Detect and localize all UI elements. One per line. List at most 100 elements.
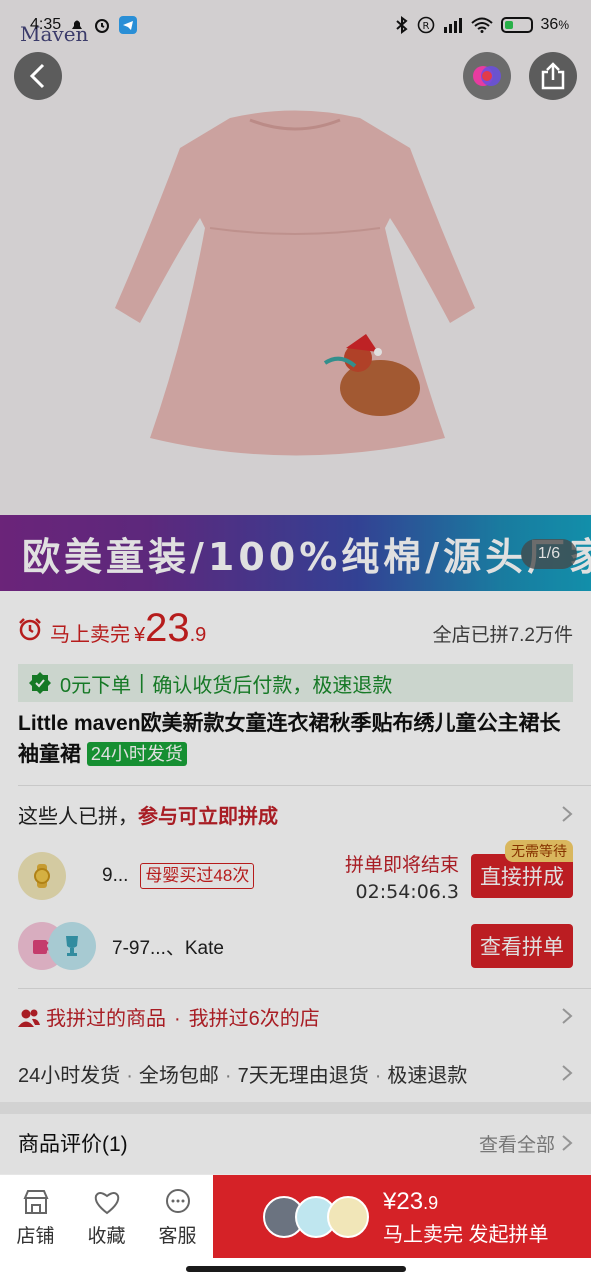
guarantee-separator: | xyxy=(139,671,145,694)
no-wait-badge: 无需等待 xyxy=(505,840,573,862)
service-separator: · xyxy=(224,1064,232,1087)
group-buy-row: 9... 母婴买过48次 拼单即将结束 02:54:06.3 直接拼成 无需等待 xyxy=(18,840,573,904)
selling-fast-label: 马上卖完 xyxy=(50,624,130,646)
chat-icon xyxy=(165,1188,190,1213)
price-integer: 23 xyxy=(145,606,190,650)
store-icon xyxy=(22,1189,49,1214)
share-button[interactable] xyxy=(529,52,577,100)
tab-favorite-label: 收藏 xyxy=(87,1225,126,1247)
view-all-reviews-link[interactable]: 查看全部 xyxy=(479,1130,573,1157)
reviews-header[interactable]: 商品评价(1) 查看全部 xyxy=(18,1120,573,1166)
promo-banner: 欧美童装/100%纯棉/源头厂家 1/6 xyxy=(0,515,591,591)
purchase-history-tag: 母婴买过48次 xyxy=(140,863,255,889)
price-currency: ¥ xyxy=(134,624,146,646)
battery-percent: 36% xyxy=(540,16,569,33)
registered-icon: R xyxy=(417,16,434,34)
reviews-label: 商品评价(1) xyxy=(18,1133,128,1156)
share-icon xyxy=(541,62,565,90)
bought-products-link[interactable]: 我拼过的商品 xyxy=(46,1008,166,1030)
home-gesture-bar[interactable] xyxy=(186,1266,406,1272)
avatar xyxy=(18,852,66,900)
buy-label: 马上卖完 发起拼单 xyxy=(383,1223,549,1246)
tab-store-label: 店铺 xyxy=(16,1225,55,1247)
status-time: 4:35 xyxy=(30,16,62,33)
banner-text: 欧美童装/100%纯棉/源头厂家 xyxy=(22,534,591,579)
watch-icon xyxy=(34,864,50,888)
purchase-history: 我拼过的商品 · 我拼过6次的店 xyxy=(18,1002,320,1031)
tab-store[interactable]: 店铺 xyxy=(0,1175,71,1259)
group-buy-row: 7-97...、Kate 查看拼单 xyxy=(18,918,573,974)
price-row: 马上卖完 ¥ 23 .9 全店已拼7.2万件 xyxy=(18,606,573,656)
users-icon xyxy=(18,1009,40,1027)
service-separator: · xyxy=(126,1064,133,1087)
group-member-name: 7-97...、Kate xyxy=(112,937,224,959)
view-group-label: 查看拼单 xyxy=(480,936,564,959)
hub-button[interactable] xyxy=(463,52,511,100)
guarantee-badge-icon xyxy=(29,672,51,694)
countdown-timer: 02:54:06.3 xyxy=(355,881,459,903)
guarantee-detail: 确认收货后付款，极速退款 xyxy=(152,674,393,697)
zero-yuan-order: 0元下单 xyxy=(60,674,132,697)
alarm-clock-icon xyxy=(19,617,41,640)
service-item: 全场包邮 xyxy=(138,1064,219,1087)
product-title: Little maven欧美新款女童连衣裙秋季贴布绣儿童公主裙长袖童裙 24小时… xyxy=(18,708,573,770)
group-member-name: 9... xyxy=(102,865,129,886)
payment-guarantee-strip[interactable]: 0元下单 | 确认收货后付款，极速退款 xyxy=(18,664,573,702)
shipping-badge: 24小时发货 xyxy=(86,742,187,766)
group-countdown: 拼单即将结束 02:54:06.3 xyxy=(345,850,459,903)
group-ending-label: 拼单即将结束 xyxy=(344,855,459,876)
start-group-buy-button[interactable]: ¥23.9 马上卖完 发起拼单 xyxy=(213,1175,591,1259)
join-group-label: 直接拼成 xyxy=(480,866,564,889)
avatar xyxy=(48,922,96,970)
group-buy-header[interactable]: 这些人已拼，参与可立即拼成 xyxy=(18,794,573,834)
divider xyxy=(18,785,591,786)
chevron-left-icon xyxy=(29,63,45,89)
service-separator: · xyxy=(374,1064,382,1087)
tab-customer-service[interactable]: 客服 xyxy=(142,1175,213,1259)
bought-store-link[interactable]: 我拼过6次的店 xyxy=(189,1008,320,1030)
view-group-button[interactable]: 查看拼单 xyxy=(471,924,573,968)
trophy-icon xyxy=(66,936,78,956)
chevron-right-icon xyxy=(562,806,573,822)
tab-customer-service-label: 客服 xyxy=(158,1225,197,1247)
tab-favorite[interactable]: 收藏 xyxy=(71,1175,142,1259)
sold-count: 全店已拼7.2万件 xyxy=(432,625,573,646)
image-page-indicator: 1/6 xyxy=(521,539,577,569)
join-group-button[interactable]: 直接拼成 无需等待 xyxy=(471,840,573,898)
group-buy-title: 这些人已拼，参与可立即拼成 xyxy=(18,805,278,828)
chevron-right-icon xyxy=(562,1135,573,1151)
service-guarantees-row[interactable]: 24小时发货 · 全场包邮 · 7天无理由退货 · 极速退款 xyxy=(18,1051,573,1095)
bottom-action-bar: 店铺 收藏 客服 ¥23.9 马上卖完 发起拼单 xyxy=(0,1174,591,1259)
section-gap xyxy=(0,1102,591,1114)
divider xyxy=(18,988,591,989)
purchase-history-row[interactable]: 我拼过的商品 · 我拼过6次的店 xyxy=(18,994,573,1038)
telegram-icon xyxy=(119,16,138,34)
buy-button-text: ¥23.9 马上卖完 发起拼单 xyxy=(383,1188,549,1247)
service-item: 极速退款 xyxy=(387,1064,468,1087)
back-button[interactable] xyxy=(14,52,62,100)
chevron-right-icon xyxy=(562,1008,573,1024)
battery-icon xyxy=(500,17,533,33)
chevron-right-icon xyxy=(562,1065,573,1081)
bluetooth-icon xyxy=(395,16,408,34)
avatar xyxy=(327,1196,369,1238)
app-hub-icon xyxy=(473,66,501,86)
history-separator: · xyxy=(174,1007,181,1030)
price-decimal: .9 xyxy=(189,624,207,646)
alarm-icon xyxy=(95,19,110,33)
buy-price: ¥23.9 xyxy=(383,1187,439,1215)
view-all-label: 查看全部 xyxy=(478,1134,555,1156)
battery-level-fill xyxy=(504,21,514,29)
status-bar: 4:35 R 36% xyxy=(0,0,591,50)
buyer-avatars xyxy=(263,1196,369,1238)
service-list: 24小时发货 · 全场包邮 · 7天无理由退货 · 极速退款 xyxy=(18,1059,467,1088)
gesture-area xyxy=(0,1258,591,1280)
service-item: 24小时发货 xyxy=(18,1064,121,1087)
product-photo-dress xyxy=(115,110,475,456)
service-item: 7天无理由退货 xyxy=(237,1064,369,1087)
signal-icon xyxy=(443,18,462,33)
svg-text:R: R xyxy=(422,21,429,32)
wifi-icon xyxy=(470,17,493,33)
notification-bell-icon xyxy=(72,20,83,29)
heart-icon xyxy=(94,1191,119,1214)
